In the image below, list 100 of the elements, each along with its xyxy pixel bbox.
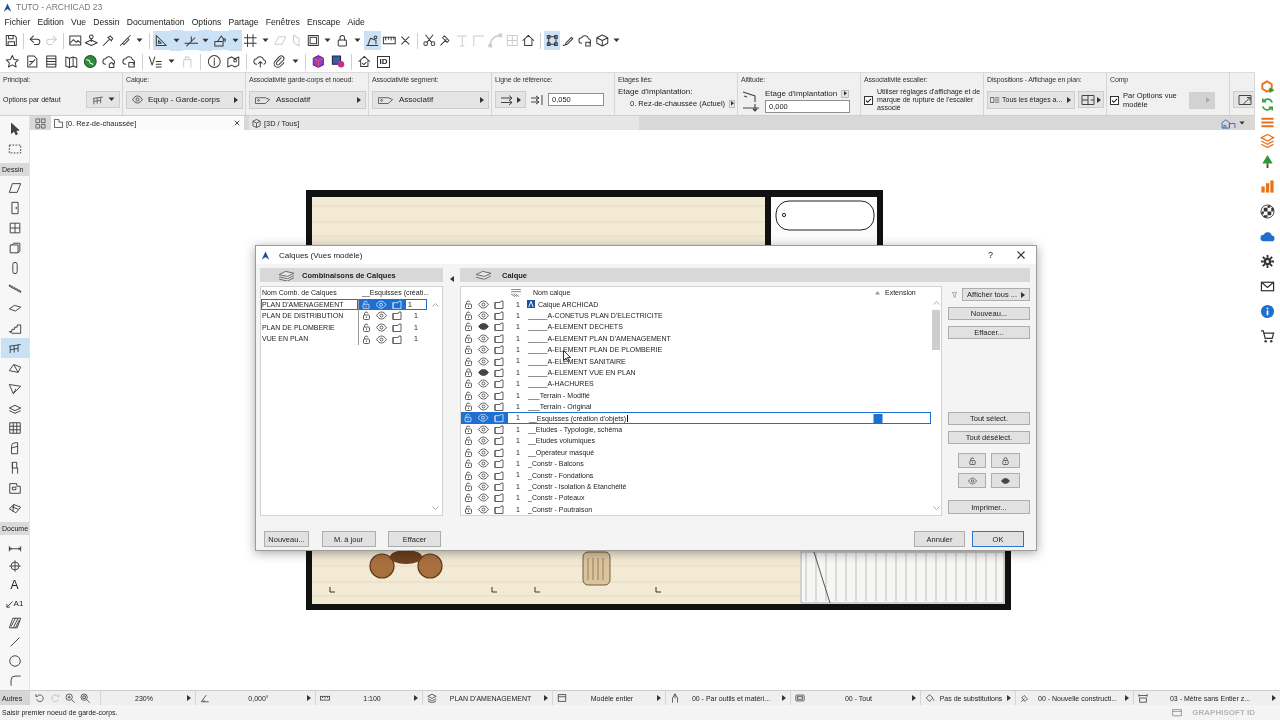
open-padlock-icon[interactable] <box>463 390 473 400</box>
open-padlock-icon[interactable] <box>463 459 473 469</box>
open-padlock-icon[interactable] <box>361 334 371 344</box>
play-logo-icon[interactable] <box>1260 78 1275 94</box>
open-padlock-icon[interactable] <box>463 481 473 491</box>
eye-icon[interactable] <box>477 470 489 480</box>
folder-icon[interactable] <box>491 412 507 424</box>
close-icon[interactable] <box>234 120 240 126</box>
folder-icon[interactable] <box>392 311 402 321</box>
unlock-button[interactable] <box>958 453 986 468</box>
eye-icon[interactable] <box>375 323 387 332</box>
checkbox[interactable] <box>864 95 873 105</box>
colored-cube-icon[interactable] <box>311 54 326 69</box>
check-lines-icon[interactable] <box>148 54 163 69</box>
closed-eye-icon[interactable] <box>477 368 489 378</box>
scroll-thumb[interactable] <box>932 310 940 350</box>
folder-icon[interactable] <box>494 493 504 503</box>
menu-item[interactable]: Dessin <box>89 17 124 27</box>
bars-icon[interactable] <box>1260 179 1275 194</box>
open-padlock-icon[interactable] <box>463 356 473 366</box>
frame-icon[interactable] <box>305 33 321 48</box>
eye-icon[interactable] <box>375 311 387 321</box>
folder-icon[interactable] <box>494 425 504 434</box>
roof-icon[interactable] <box>7 361 22 375</box>
grid-icon[interactable] <box>242 33 258 48</box>
eye-icon[interactable] <box>477 299 489 309</box>
folder-icon[interactable] <box>494 390 504 400</box>
open-padlock-icon[interactable] <box>463 322 473 332</box>
caret-icon[interactable] <box>168 59 175 64</box>
folder-icon[interactable] <box>494 447 504 457</box>
folder-icon[interactable] <box>494 459 504 469</box>
menu-item[interactable]: Fenêtres <box>262 17 304 27</box>
open-padlock-icon[interactable] <box>463 425 473 434</box>
folder-icon[interactable] <box>494 299 504 309</box>
cube-icon[interactable] <box>594 33 610 48</box>
info-icon[interactable] <box>1260 304 1275 319</box>
globe-icon[interactable] <box>82 54 98 69</box>
caret-icon[interactable] <box>353 38 361 43</box>
zoom-in-icon[interactable] <box>65 693 75 703</box>
settings-icon[interactable] <box>1260 254 1275 269</box>
eye-icon[interactable] <box>477 436 489 446</box>
eyedropper-icon[interactable] <box>100 33 116 48</box>
info-icon[interactable] <box>206 54 222 69</box>
mail-icon[interactable] <box>1260 279 1275 294</box>
buildings-icon[interactable] <box>1221 117 1236 129</box>
stairs-icon[interactable] <box>7 321 22 335</box>
layer-pin-icon[interactable] <box>84 33 99 48</box>
menu-item[interactable]: Documentation <box>123 17 189 27</box>
map-icon[interactable] <box>63 54 79 69</box>
window-icon[interactable] <box>7 221 22 235</box>
marquee-icon[interactable] <box>7 142 22 156</box>
open-padlock-icon[interactable] <box>361 311 371 321</box>
square-circle-icon[interactable] <box>330 54 346 69</box>
tree-icon[interactable] <box>1260 154 1275 169</box>
eye-icon[interactable] <box>477 356 489 366</box>
preset-button[interactable] <box>86 91 120 108</box>
eye-icon[interactable] <box>477 425 489 434</box>
zoom-icon[interactable] <box>80 693 90 703</box>
altitude-menu-button[interactable] <box>841 89 850 98</box>
eye-icon[interactable] <box>477 311 489 321</box>
floor-plan-button[interactable] <box>1078 91 1104 108</box>
tile-view-icon[interactable] <box>35 117 46 129</box>
story-menu-button[interactable] <box>729 99 735 108</box>
menu-item[interactable]: Vue <box>67 17 90 27</box>
cloud-upload-icon[interactable] <box>252 54 268 69</box>
gravity-icon[interactable] <box>363 31 381 50</box>
set-square-icon[interactable] <box>153 31 170 50</box>
id-button[interactable]: ID <box>377 55 390 68</box>
menu-item[interactable]: Options <box>188 17 225 27</box>
folder-icon[interactable] <box>494 356 504 366</box>
text-tool-button[interactable]: A <box>9 577 20 592</box>
grid-panel-icon[interactable] <box>7 421 22 435</box>
node-square-icon[interactable] <box>543 31 561 50</box>
house-icon[interactable] <box>521 33 536 48</box>
beam-icon[interactable] <box>7 281 22 295</box>
collapse-arrow-icon[interactable] <box>449 276 454 282</box>
open-padlock-icon[interactable] <box>463 311 473 321</box>
label-tool-button[interactable]: A1 <box>5 599 24 608</box>
folder-icon[interactable] <box>392 323 402 332</box>
undo-icon[interactable] <box>27 33 43 48</box>
folder-icon[interactable] <box>494 333 504 343</box>
close-icon[interactable] <box>1017 251 1025 259</box>
menu-item[interactable]: Fichier <box>1 17 34 27</box>
cloud-lock-icon[interactable] <box>578 33 593 48</box>
caret-icon[interactable] <box>136 38 144 43</box>
menu-item[interactable]: Partage <box>224 17 263 27</box>
hatch-icon[interactable] <box>7 615 22 630</box>
house-check-icon[interactable] <box>357 54 372 69</box>
folder-icon[interactable] <box>389 298 405 310</box>
folder-icon[interactable] <box>494 504 504 514</box>
open-padlock-icon[interactable] <box>361 323 371 332</box>
layer-dropdown[interactable]: Equip - Garde-corps <box>126 90 243 109</box>
stack-icon[interactable] <box>44 54 59 69</box>
folder-icon[interactable] <box>494 379 504 389</box>
open-padlock-icon[interactable] <box>463 447 473 457</box>
checker-icon[interactable] <box>1260 204 1275 219</box>
open-padlock-icon[interactable] <box>461 412 475 424</box>
railing-icon[interactable] <box>0 338 29 358</box>
circle-icon[interactable] <box>7 653 22 668</box>
caret-icon[interactable] <box>1239 121 1245 125</box>
